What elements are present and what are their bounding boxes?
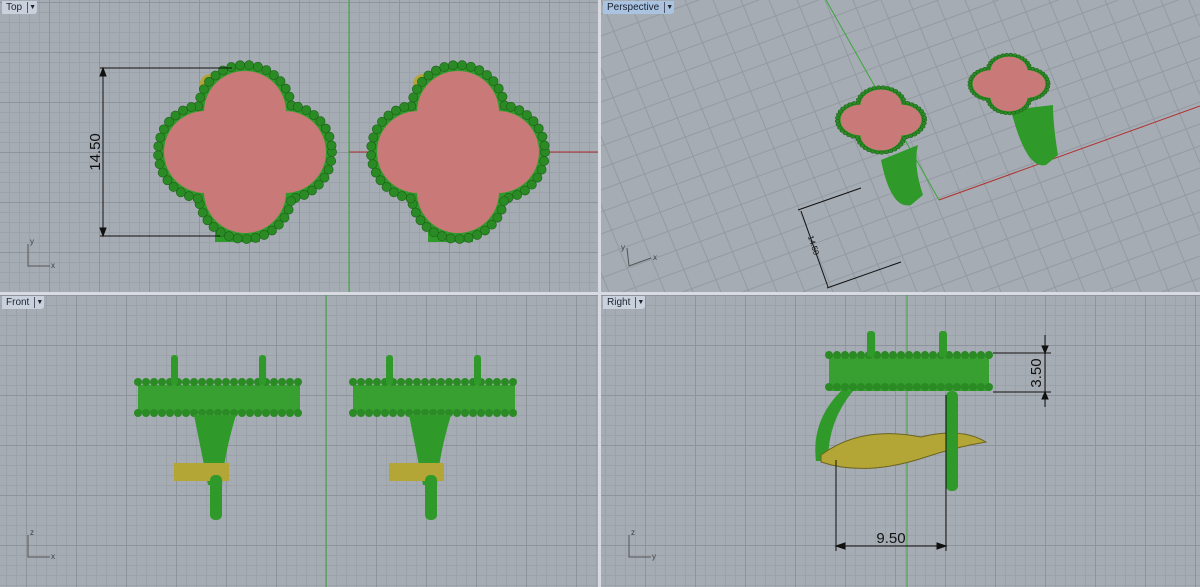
dimension-label: 9.50 (876, 530, 905, 547)
axis-label-z: z (631, 528, 635, 537)
axis-indicator (628, 535, 651, 558)
viewport-label: Top (6, 2, 23, 13)
viewport-label: Right (607, 297, 631, 308)
axis-indicator (27, 244, 50, 267)
viewport-tab-right[interactable]: Right ▼ (603, 296, 646, 309)
axis-label-x: x (51, 552, 55, 561)
axis-indicator (626, 247, 652, 267)
axis-label-z: z (30, 528, 34, 537)
axis-indicator (27, 535, 50, 558)
clover-model (834, 85, 928, 155)
viewport-label: Perspective (607, 2, 660, 13)
dropdown-arrow-icon[interactable]: ▼ (34, 297, 44, 308)
axis-label-x: x (653, 253, 657, 262)
dimension-label: 3.50 (1028, 358, 1045, 387)
perspective-canvas: 14.50 y x (601, 0, 1200, 292)
dropdown-arrow-icon[interactable]: ▼ (664, 2, 674, 13)
front-view-canvas: z x (27, 295, 517, 587)
right-view-canvas: 3.50 9.50 z y (628, 295, 1051, 587)
viewport-top[interactable]: Top ▼ 14.50 y x (0, 0, 598, 292)
clover-model (153, 60, 337, 244)
dimension-label: 14.50 (87, 133, 104, 171)
viewport-perspective[interactable]: Perspective ▼ 14.50 y x (601, 0, 1200, 292)
viewport-tab-perspective[interactable]: Perspective ▼ (603, 1, 675, 14)
axis-label-y: y (652, 552, 656, 561)
viewport-label: Front (6, 297, 30, 308)
dropdown-arrow-icon[interactable]: ▼ (27, 2, 37, 13)
dropdown-arrow-icon[interactable]: ▼ (635, 297, 645, 308)
viewport-front[interactable]: Front ▼ z x (0, 295, 598, 587)
clover-model (366, 60, 550, 244)
axis-label-y: y (621, 243, 625, 252)
axis-label-y: y (30, 237, 34, 246)
viewport-right[interactable]: Right ▼ 3.50 9.50 z y (601, 295, 1200, 587)
top-view-canvas: 14.50 y x (27, 0, 598, 292)
viewport-tab-front[interactable]: Front ▼ (2, 296, 45, 309)
dimension-width (834, 395, 948, 551)
earring-model-right (815, 331, 993, 491)
viewport-tab-top[interactable]: Top ▼ (2, 1, 38, 14)
axis-label-x: x (51, 261, 55, 270)
